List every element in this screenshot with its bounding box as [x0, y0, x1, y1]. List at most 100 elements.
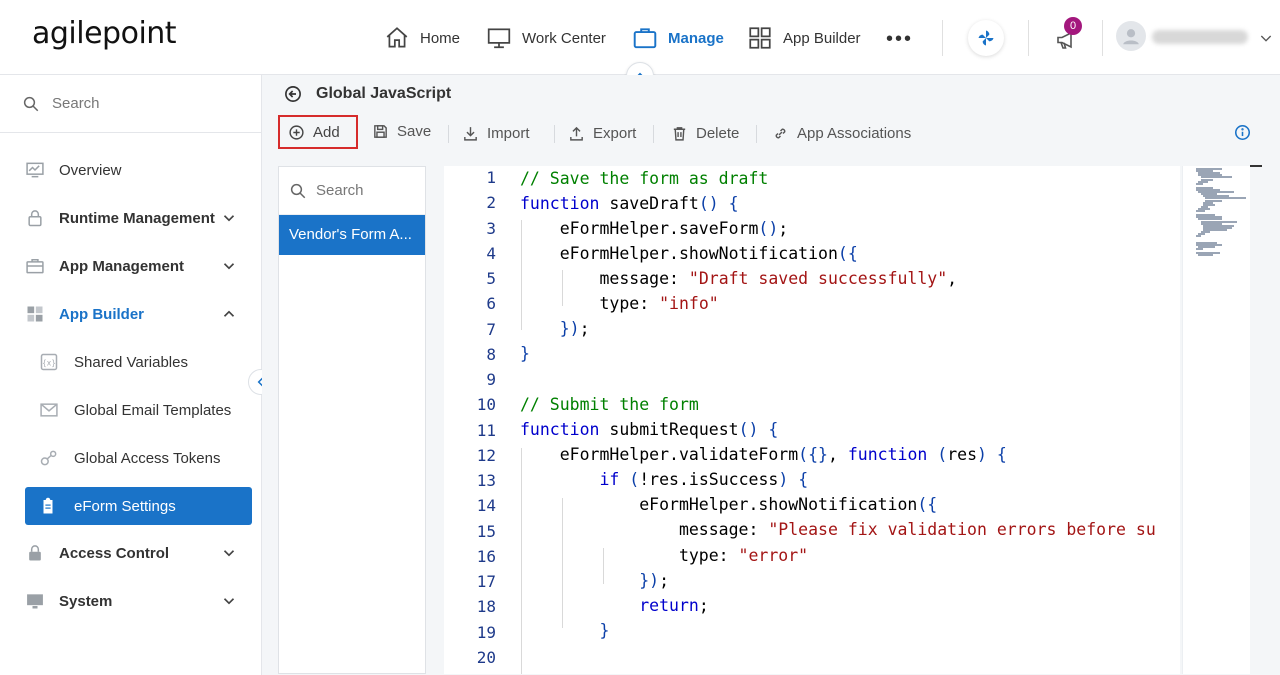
- list-search-input[interactable]: Search: [279, 167, 425, 215]
- sidebar-item-system[interactable]: System: [0, 578, 261, 624]
- download-icon: [464, 126, 477, 141]
- sidebar-item-eform-settings[interactable]: eForm Settings: [25, 487, 252, 525]
- code-line: eFormHelper.saveForm();: [520, 219, 789, 238]
- add-button[interactable]: Add: [278, 115, 358, 149]
- sidebar-item-global-access-tokens[interactable]: Global Access Tokens: [0, 435, 261, 481]
- line-number: 12: [476, 445, 496, 465]
- divider: [942, 20, 943, 56]
- save-icon: [374, 124, 387, 138]
- line-number: 5: [486, 269, 496, 288]
- sidebar-item-label: Runtime Management: [59, 209, 215, 227]
- user-icon: [1123, 29, 1139, 45]
- token-icon: [38, 447, 60, 469]
- sidebar-item-shared-variables[interactable]: {x} Shared Variables: [0, 339, 261, 385]
- app-associations-label: App Associations: [797, 124, 912, 142]
- code-line: message: "Please fix validation errors b…: [520, 520, 1156, 539]
- save-button[interactable]: Save: [372, 117, 431, 145]
- info-icon[interactable]: [1234, 124, 1251, 141]
- code-line: });: [639, 571, 670, 590]
- list-item[interactable]: Vendor's Form A...: [279, 215, 425, 255]
- back-arrow-icon[interactable]: [284, 85, 302, 103]
- line-number: 16: [476, 546, 496, 566]
- save-label: Save: [397, 122, 432, 140]
- nav-app-builder[interactable]: App Builder: [747, 24, 861, 52]
- code-minimap[interactable]: [1182, 166, 1250, 674]
- app-logo[interactable]: agilepoint: [32, 16, 177, 51]
- sidebar-item-global-email-templates[interactable]: Global Email Templates: [0, 387, 261, 433]
- export-button[interactable]: Export: [568, 119, 636, 147]
- sidebar-item-label: Shared Variables: [74, 353, 188, 371]
- search-icon: [290, 183, 306, 198]
- code-line: message: "Draft saved successfully",: [520, 269, 958, 288]
- add-label: Add: [313, 123, 340, 141]
- divider: [653, 125, 654, 143]
- minimap-line: [1195, 182, 1203, 185]
- line-number: 20: [476, 647, 496, 667]
- sidebar-item-app-management[interactable]: App Management: [0, 243, 261, 289]
- nav-manage[interactable]: Manage: [632, 24, 724, 52]
- app-associations-button[interactable]: App Associations: [772, 119, 911, 147]
- svg-text:{x}: {x}: [42, 358, 56, 367]
- more-menu-icon[interactable]: •••: [886, 28, 913, 51]
- pinwheel-icon: [978, 30, 994, 46]
- nav-work-center-label: Work Center: [522, 29, 606, 47]
- avatar[interactable]: [1116, 21, 1146, 51]
- home-icon: [386, 27, 408, 48]
- chevron-down-icon: [223, 550, 235, 557]
- delete-button[interactable]: Delete: [671, 119, 739, 147]
- sidebar-item-label: Global Access Tokens: [74, 449, 221, 467]
- line-number: 1: [486, 168, 496, 187]
- import-button[interactable]: Import: [462, 119, 530, 147]
- minimap-line: [1198, 254, 1213, 257]
- chevron-down-icon: [223, 598, 235, 605]
- grid-icon: [24, 303, 46, 325]
- import-label: Import: [487, 124, 530, 142]
- sidebar-item-label: System: [59, 592, 113, 610]
- delete-label: Delete: [696, 124, 740, 142]
- list-search-placeholder: Search: [316, 182, 364, 199]
- divider: [1102, 20, 1103, 56]
- briefcase-icon: [633, 28, 657, 49]
- chevron-down-icon[interactable]: [1258, 30, 1274, 46]
- lock-icon: [24, 207, 46, 229]
- line-number: 14: [476, 496, 496, 516]
- nav-home[interactable]: Home: [384, 24, 460, 52]
- sidebar-item-app-builder[interactable]: App Builder: [0, 291, 261, 337]
- line-number: 6: [486, 294, 496, 314]
- divider: [756, 125, 757, 143]
- monitor-icon: [24, 590, 46, 612]
- search-icon: [23, 96, 39, 111]
- nav-manage-label: Manage: [668, 29, 724, 47]
- chevron-down-icon: [223, 215, 235, 222]
- minimap-line: [1195, 247, 1203, 250]
- chevron-up-icon: [223, 310, 235, 317]
- line-number: 17: [476, 572, 496, 591]
- sidebar-item-runtime-management[interactable]: Runtime Management: [0, 195, 261, 241]
- line-number: 10: [476, 395, 496, 415]
- line-number: 13: [476, 471, 496, 490]
- sidebar-item-access-control[interactable]: Access Control: [0, 530, 261, 576]
- line-number: 8: [486, 344, 496, 364]
- export-label: Export: [593, 124, 637, 142]
- line-number: 9: [486, 370, 496, 389]
- line-number: 3: [486, 218, 496, 238]
- minimap-line: [1195, 210, 1206, 212]
- line-number-gutter: 1 2 3 4 5 6 7 8 9 10 11 12 13 14 15 16 17 18 19 20: [444, 166, 502, 674]
- divider: [448, 125, 449, 143]
- pinwheel-button[interactable]: [968, 20, 1004, 56]
- code-line: }: [599, 621, 610, 640]
- briefcase-icon: [24, 255, 46, 277]
- code-line: return;: [639, 596, 709, 615]
- minimap-line: [1195, 235, 1201, 238]
- line-number: 4: [486, 243, 496, 263]
- nav-work-center[interactable]: Work Center: [486, 24, 606, 52]
- line-number: 15: [476, 521, 496, 541]
- trash-icon: [673, 126, 686, 141]
- code-editor[interactable]: 1 2 3 4 5 6 7 8 9 10 11 12 13 14 15 16 17 18 19 20 // Save …: [444, 166, 1180, 674]
- code-area[interactable]: // Save the form as draft function saveD…: [520, 166, 1180, 674]
- sidebar-search[interactable]: Search: [0, 75, 261, 133]
- chart-icon: [24, 159, 46, 181]
- sidebar-item-label: Global Email Templates: [74, 401, 232, 419]
- user-name-blurred[interactable]: [1152, 30, 1248, 44]
- sidebar-item-overview[interactable]: Overview: [0, 147, 261, 193]
